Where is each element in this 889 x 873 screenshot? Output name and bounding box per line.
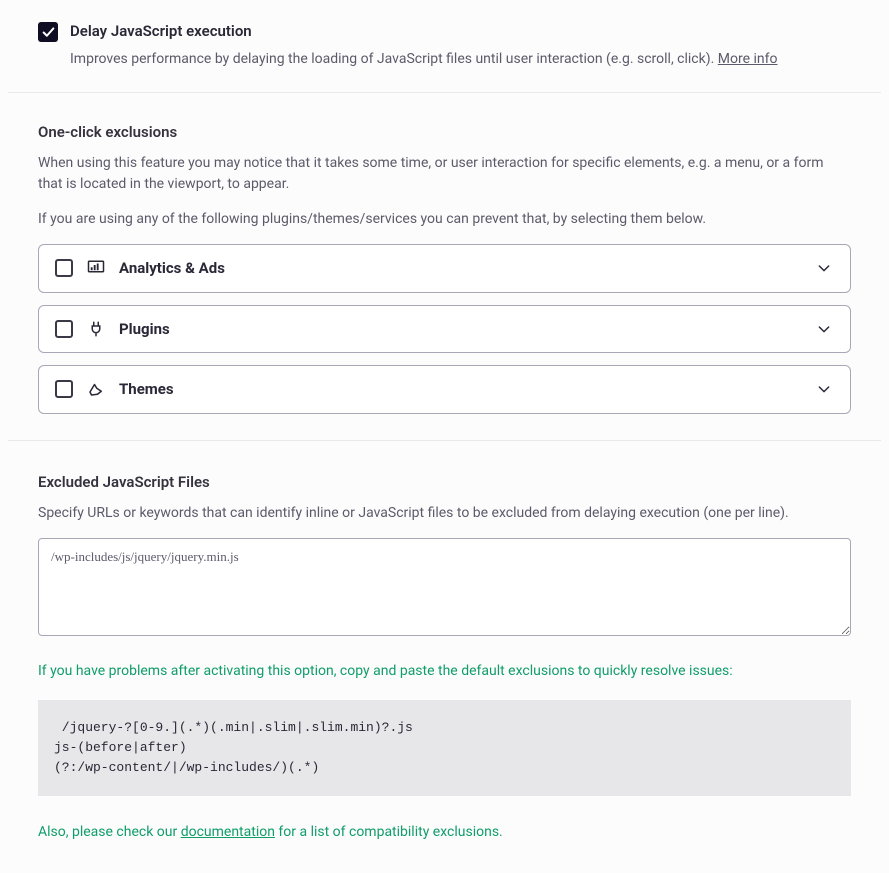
delay-js-section: Delay JavaScript execution Improves perf… <box>8 20 881 70</box>
delay-js-checkbox[interactable] <box>38 22 58 42</box>
divider <box>8 92 881 93</box>
chevron-down-icon <box>816 260 832 276</box>
documentation-link[interactable]: documentation <box>181 824 275 840</box>
accordion-plugins[interactable]: Plugins <box>38 305 851 354</box>
excluded-desc: Specify URLs or keywords that can identi… <box>38 503 851 524</box>
delay-js-checkbox-row: Delay JavaScript execution <box>38 20 851 43</box>
excluded-js-textarea[interactable] <box>38 538 851 636</box>
accordion-analytics[interactable]: Analytics & Ads <box>38 244 851 293</box>
oneclick-text2: If you are using any of the following pl… <box>38 209 851 230</box>
delay-js-description: Improves performance by delaying the loa… <box>70 49 851 70</box>
excluded-heading: Excluded JavaScript Files <box>38 471 851 494</box>
oneclick-heading: One-click exclusions <box>38 121 851 144</box>
analytics-icon <box>87 259 105 277</box>
themes-icon <box>87 380 105 398</box>
chevron-down-icon <box>816 381 832 397</box>
accordion-themes[interactable]: Themes <box>38 365 851 414</box>
chevron-down-icon <box>816 321 832 337</box>
excluded-help2: Also, please check our documentation for… <box>38 822 851 843</box>
plugins-icon <box>87 320 105 338</box>
help2-after: for a list of compatibility exclusions. <box>275 824 503 840</box>
default-exclusions-code: /jquery-?[0-9.](.*)(.min|.slim|.slim.min… <box>38 700 851 796</box>
excluded-help1: If you have problems after activating th… <box>38 661 851 682</box>
more-info-link[interactable]: More info <box>718 51 778 67</box>
divider <box>8 440 881 441</box>
delay-js-title: Delay JavaScript execution <box>70 20 252 43</box>
accordion-analytics-checkbox[interactable] <box>55 259 73 277</box>
accordion-themes-label: Themes <box>119 378 802 401</box>
accordion-plugins-label: Plugins <box>119 318 802 341</box>
oneclick-section: One-click exclusions When using this fea… <box>8 121 881 414</box>
excluded-js-section: Excluded JavaScript Files Specify URLs o… <box>8 471 881 844</box>
delay-js-label-wrap: Delay JavaScript execution <box>70 20 252 43</box>
help2-before: Also, please check our <box>38 824 181 840</box>
accordion-analytics-label: Analytics & Ads <box>119 257 802 280</box>
accordion-plugins-checkbox[interactable] <box>55 320 73 338</box>
oneclick-text1: When using this feature you may notice t… <box>38 153 851 195</box>
check-icon <box>42 26 55 39</box>
delay-js-desc-text: Improves performance by delaying the loa… <box>70 51 718 67</box>
accordion-themes-checkbox[interactable] <box>55 380 73 398</box>
